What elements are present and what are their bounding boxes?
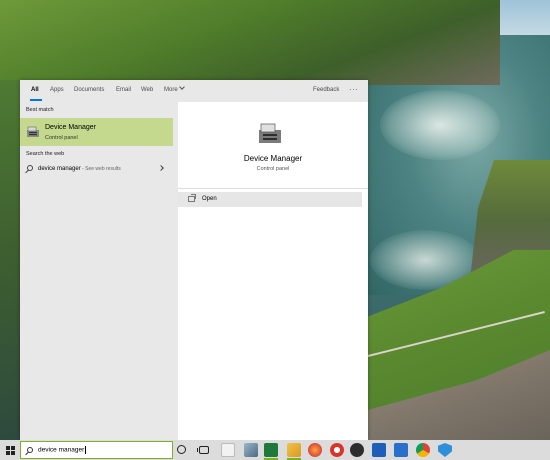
tab-more[interactable]: More	[164, 84, 185, 93]
active-tab-indicator	[30, 99, 42, 101]
detail-pane: Device Manager Control panel Open	[178, 102, 368, 440]
chevron-down-icon	[178, 84, 185, 90]
device-manager-icon	[27, 126, 39, 137]
results-list: Best match Device Manager Control panel …	[20, 102, 173, 440]
tab-web[interactable]: Web	[141, 87, 153, 93]
media-icon[interactable]	[350, 443, 364, 457]
search-input-value: device manager	[38, 446, 85, 454]
search-input[interactable]: device manager	[38, 446, 87, 454]
divider	[178, 188, 368, 189]
task-view-icon[interactable]	[197, 446, 209, 454]
mail-icon[interactable]	[394, 443, 408, 457]
best-match-subtitle: Control panel	[45, 135, 78, 141]
web-result-text: device manager - See web results	[38, 166, 121, 172]
search-web-heading: Search the web	[26, 151, 65, 157]
open-label: Open	[202, 196, 217, 202]
web-result-item[interactable]: device manager - See web results	[20, 162, 173, 176]
search-icon	[27, 447, 33, 453]
search-icon	[27, 165, 33, 171]
chrome-icon[interactable]	[416, 443, 430, 457]
excel-icon[interactable]	[264, 443, 278, 457]
tab-all[interactable]: All	[31, 87, 39, 93]
defender-icon[interactable]	[438, 443, 452, 457]
open-icon	[188, 194, 196, 202]
tab-email[interactable]: Email	[116, 87, 131, 93]
open-action[interactable]: Open	[178, 192, 362, 207]
taskbar-search-box[interactable]: device manager	[20, 441, 173, 459]
photos-icon[interactable]	[244, 443, 258, 457]
taskbar: device manager	[0, 440, 550, 460]
tab-apps[interactable]: Apps	[50, 87, 64, 93]
best-match-heading: Best match	[26, 107, 54, 113]
firefox-icon[interactable]	[308, 443, 322, 457]
tab-documents[interactable]: Documents	[74, 87, 104, 93]
paint-icon[interactable]	[330, 443, 344, 457]
text-caret	[85, 446, 87, 454]
chevron-right-icon[interactable]	[158, 165, 164, 171]
search-panel: All Apps Documents Email Web More Feedba…	[20, 80, 368, 440]
detail-title: Device Manager	[243, 154, 303, 163]
web-result-suffix: - See web results	[80, 166, 121, 172]
best-match-title: Device Manager	[45, 124, 96, 131]
file-explorer-icon[interactable]	[221, 443, 235, 457]
device-manager-large-icon	[259, 123, 281, 143]
windows-logo-icon	[6, 446, 15, 455]
feedback-link[interactable]: Feedback	[313, 87, 339, 93]
detail-subtitle: Control panel	[256, 166, 290, 172]
web-result-query: device manager	[38, 166, 81, 172]
tab-more-label: More	[164, 87, 178, 93]
cortana-icon[interactable]	[177, 445, 186, 454]
outlook-icon[interactable]	[372, 443, 386, 457]
start-button[interactable]	[0, 440, 20, 460]
best-match-item[interactable]: Device Manager Control panel	[20, 118, 173, 146]
more-options-icon[interactable]: ···	[349, 85, 359, 94]
filter-bar: All Apps Documents Email Web More Feedba…	[20, 80, 368, 102]
folder-icon[interactable]	[287, 443, 301, 457]
